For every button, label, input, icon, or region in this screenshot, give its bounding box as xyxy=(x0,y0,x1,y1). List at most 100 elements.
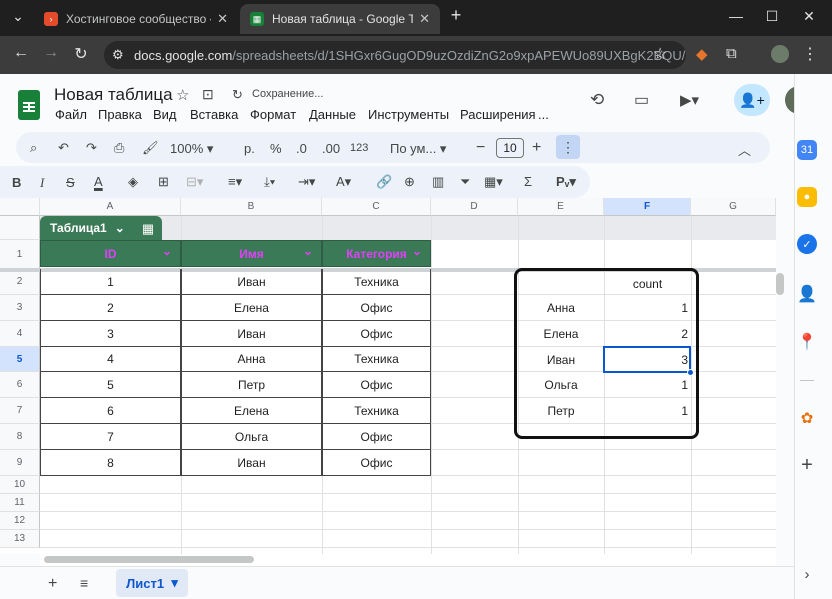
menu-file[interactable]: Файл xyxy=(55,107,87,122)
table-cell[interactable]: Офис xyxy=(322,424,431,450)
table-cell[interactable]: 8 xyxy=(40,450,181,476)
forward-icon[interactable]: → xyxy=(40,44,62,62)
column-header-C[interactable]: C xyxy=(322,198,431,216)
insert-chart-icon[interactable]: ▥ xyxy=(432,174,444,190)
row-header-7[interactable]: 7 xyxy=(0,398,40,424)
table-cell[interactable]: Техника xyxy=(322,398,431,424)
row-header-13[interactable]: 13 xyxy=(0,530,40,548)
more-formats-button[interactable]: 123 xyxy=(350,142,368,154)
menu-more[interactable]: ... xyxy=(538,107,549,122)
sheets-logo-icon[interactable] xyxy=(18,90,40,120)
share-button[interactable]: 👤+ xyxy=(734,84,770,116)
close-window-icon[interactable]: ✕ xyxy=(799,8,819,25)
back-icon[interactable]: ← xyxy=(10,44,32,62)
get-addons-icon[interactable]: + xyxy=(797,454,817,476)
extensions-icon[interactable]: ⧉ xyxy=(726,45,737,62)
text-color-icon[interactable]: A xyxy=(94,174,103,189)
calendar-icon[interactable]: 31 xyxy=(797,140,817,160)
menu-insert[interactable]: Вставка xyxy=(190,107,238,122)
currency-format-button[interactable]: р. xyxy=(244,141,255,156)
row-header-6[interactable]: 6 xyxy=(0,372,40,398)
row-header-2[interactable]: 2 xyxy=(0,269,40,295)
browser-tab-sheets[interactable]: ▦ Новая таблица - Google Табли ✕ xyxy=(240,4,440,34)
row-header-8[interactable]: 8 xyxy=(0,424,40,450)
minimize-icon[interactable]: — xyxy=(726,8,746,24)
table-cell[interactable]: Петр xyxy=(181,372,322,398)
select-all-corner[interactable] xyxy=(0,198,40,216)
font-size-decrease-button[interactable]: − xyxy=(476,139,485,157)
insert-link-icon[interactable]: 🔗 xyxy=(376,174,392,190)
star-icon[interactable]: ☆ xyxy=(176,86,189,104)
zoom-select[interactable]: 100% ▾ xyxy=(170,141,213,157)
font-size-input[interactable]: 10 xyxy=(496,138,524,158)
contacts-icon[interactable]: 👤 xyxy=(797,284,817,304)
close-tab-icon[interactable]: ✕ xyxy=(419,11,430,27)
table-cell[interactable]: Техника xyxy=(322,347,431,372)
maximize-icon[interactable]: ☐ xyxy=(762,8,782,25)
table-cell[interactable]: Иван xyxy=(181,450,322,476)
text-rotation-icon[interactable]: A▾ xyxy=(336,174,351,190)
column-header-E[interactable]: E xyxy=(518,198,604,216)
column-header-A[interactable]: A xyxy=(40,198,181,216)
all-sheets-icon[interactable]: ≡ xyxy=(80,575,88,591)
functions-icon[interactable]: Σ xyxy=(524,174,532,189)
metamask-extension-icon[interactable]: ◆ xyxy=(696,45,708,63)
strikethrough-icon[interactable]: S xyxy=(66,175,75,190)
addon-icon[interactable]: ✿ xyxy=(797,408,817,428)
filter-icon[interactable]: ⏷ xyxy=(460,174,470,190)
move-folder-icon[interactable]: ⊡ xyxy=(202,86,214,103)
tab-search-icon[interactable]: ⌄ xyxy=(8,8,28,25)
table-cell[interactable]: Офис xyxy=(322,372,431,398)
horizontal-align-icon[interactable]: ≡▾ xyxy=(228,174,242,190)
italic-icon[interactable]: I xyxy=(40,175,44,191)
menu-tools[interactable]: Инструменты xyxy=(368,107,449,122)
comments-icon[interactable]: ▭ xyxy=(634,90,649,110)
table-header-0[interactable]: ID ⌄ xyxy=(40,240,181,267)
table-cell[interactable]: Офис xyxy=(322,321,431,347)
table-menu-chevron-icon[interactable]: ⌄ xyxy=(115,221,125,235)
table-cell[interactable]: Иван xyxy=(181,269,322,295)
row-header-12[interactable]: 12 xyxy=(0,512,40,530)
profile-avatar[interactable] xyxy=(771,45,789,63)
horizontal-scroll-thumb[interactable] xyxy=(44,556,254,563)
column-header-G[interactable]: G xyxy=(691,198,776,216)
column-dropdown-icon[interactable]: ⌄ xyxy=(303,244,313,258)
hide-side-panel-icon[interactable]: › xyxy=(797,564,817,584)
row-header-4[interactable]: 4 xyxy=(0,321,40,347)
meet-icon[interactable]: ▶▾ xyxy=(680,91,699,109)
table-cell[interactable]: Анна xyxy=(181,347,322,372)
url-field[interactable]: docs.google.com/spreadsheets/d/1SHGxr6Gu… xyxy=(104,41,686,69)
table-cell[interactable]: 2 xyxy=(40,295,181,321)
column-dropdown-icon[interactable]: ⌄ xyxy=(162,244,172,258)
browser-tab-timeweb[interactable]: › Хостинговое сообщество «Tim ✕ xyxy=(34,4,238,34)
sheet-tab-active[interactable]: Лист1 ▾ xyxy=(116,569,188,597)
table-cell[interactable]: 5 xyxy=(40,372,181,398)
fill-color-icon[interactable]: ◈ xyxy=(128,174,138,190)
percent-format-button[interactable]: % xyxy=(270,141,282,156)
table-cell[interactable]: Ольга xyxy=(181,424,322,450)
table-grid-icon[interactable]: ▦ xyxy=(134,218,162,240)
browser-menu-icon[interactable]: ⋮ xyxy=(802,44,818,64)
menu-format[interactable]: Формат xyxy=(250,107,296,122)
decrease-decimal-button[interactable]: .0 xyxy=(296,141,307,156)
bold-icon[interactable]: B xyxy=(12,175,21,190)
document-title[interactable]: Новая таблица xyxy=(54,85,173,105)
menu-edit[interactable]: Правка xyxy=(98,107,142,122)
vertical-scrollbar[interactable] xyxy=(776,198,794,566)
menu-extensions[interactable]: Расширения xyxy=(460,107,536,122)
table-cell[interactable]: 4 xyxy=(40,347,181,372)
version-history-icon[interactable]: ⟲ xyxy=(590,90,604,110)
more-toolbar-icon[interactable]: ⋮ xyxy=(556,135,580,159)
maps-icon[interactable]: 📍 xyxy=(797,332,817,352)
row-header-5[interactable]: 5 xyxy=(0,347,40,372)
insert-comment-icon[interactable]: ⊕ xyxy=(404,174,415,190)
row-header-1[interactable]: 1 xyxy=(0,240,40,269)
menu-data[interactable]: Данные xyxy=(309,107,356,122)
print-icon[interactable]: ⎙ xyxy=(114,140,124,156)
table-cell[interactable]: Иван xyxy=(181,321,322,347)
keep-icon[interactable]: ● xyxy=(797,187,817,207)
table-cell[interactable]: 6 xyxy=(40,398,181,424)
row-header-11[interactable]: 11 xyxy=(0,494,40,512)
bookmark-star-icon[interactable]: ☆ xyxy=(653,44,667,64)
tasks-icon[interactable]: ✓ xyxy=(797,234,817,254)
